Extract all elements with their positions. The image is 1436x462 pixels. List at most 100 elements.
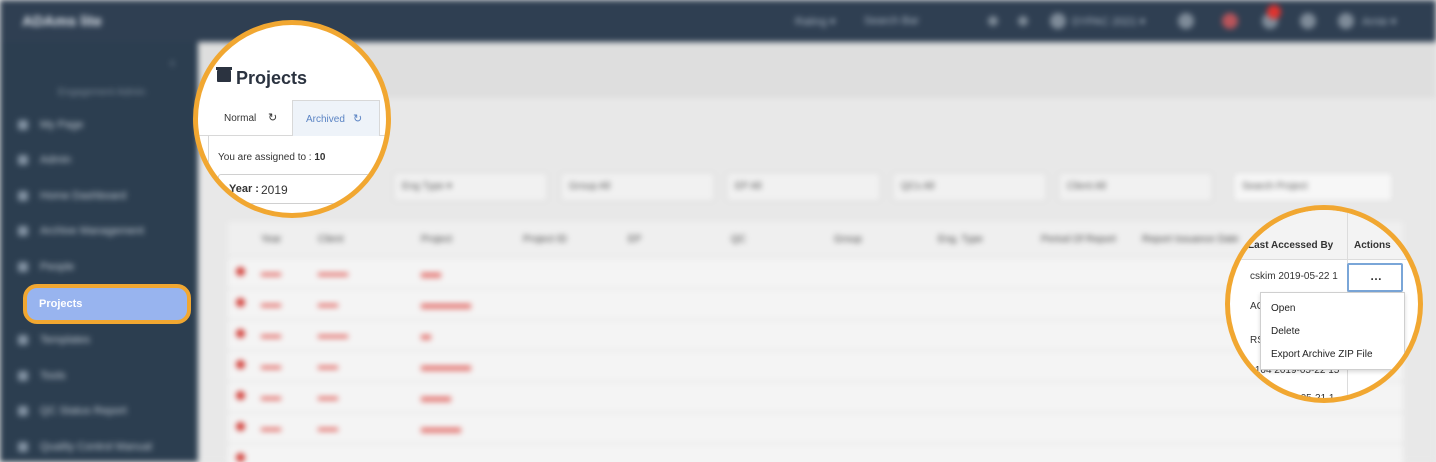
group-filter[interactable]: Group All — [560, 172, 715, 202]
settings-icon[interactable] — [1178, 13, 1194, 29]
sidebar-item-dashboard[interactable]: Home Dashboard — [0, 180, 198, 212]
tools-icon — [18, 371, 28, 381]
sidebar-item-archive-management[interactable]: Archive Management — [0, 215, 198, 247]
column-header[interactable]: Group — [834, 234, 862, 245]
topbar-search[interactable]: Search Bar — [864, 15, 919, 27]
remove-icon[interactable] — [236, 422, 245, 431]
dashboard-icon — [18, 191, 28, 201]
filter-label: Eng Type ▾ — [402, 181, 452, 192]
table-row[interactable] — [228, 444, 1403, 462]
sidebar-item-label: Quality Control Manual — [40, 441, 152, 453]
remove-icon[interactable] — [236, 453, 245, 462]
sidebar-item-qc-manual[interactable]: Quality Control Manual — [0, 431, 198, 462]
filter-label: Group All — [569, 181, 611, 192]
column-header[interactable]: Project ID — [523, 234, 567, 245]
filter-label: Client All — [1067, 181, 1106, 192]
blurred-cell: ▬▬ — [261, 392, 281, 403]
remove-icon[interactable] — [236, 329, 245, 338]
table-row[interactable]: ▬▬▬▬▬▬▬ — [228, 382, 1403, 413]
search-icon[interactable] — [1018, 16, 1028, 26]
archive-box-icon — [216, 67, 232, 82]
project-link[interactable]: ▬ — [421, 330, 431, 341]
user-menu[interactable]: Arnie ▾ — [1362, 15, 1396, 28]
eng-type-filter[interactable]: Eng Type ▾ — [393, 172, 548, 202]
user-avatar[interactable] — [1338, 13, 1354, 29]
table-row[interactable]: ▬▬ ▬▬ ▬▬▬▬ — [228, 413, 1403, 444]
org-selector[interactable]: DYPAC 2021 ▾ — [1072, 15, 1145, 28]
sidebar-item-label: Home Dashboard — [40, 190, 127, 202]
year-select[interactable]: Year : 2019 — [218, 174, 386, 204]
table-row[interactable]: ▬▬ ▬▬ ▬▬▬▬▬ — [228, 351, 1403, 382]
ep-filter[interactable]: EP All — [726, 172, 881, 202]
table-header-zoom: Last Accessed By Actions — [1230, 210, 1418, 260]
column-header[interactable]: Project — [421, 234, 452, 245]
menu-item-open[interactable]: Open — [1271, 303, 1295, 314]
remove-icon[interactable] — [236, 298, 245, 307]
tab-label: Normal — [224, 113, 257, 124]
remove-icon[interactable] — [236, 360, 245, 369]
client-filter[interactable]: Client All — [1058, 172, 1213, 202]
filter-label: EP All — [735, 181, 762, 192]
column-header[interactable]: Period Of Report — [1041, 234, 1116, 245]
sidebar-item-tools[interactable]: Tools — [0, 360, 198, 392]
sidebar-item-label: Archive Management — [40, 225, 144, 237]
brand-logo: ADAms lite — [22, 13, 103, 30]
more-icon: … — [1370, 269, 1382, 283]
refresh-icon[interactable]: ↻ — [268, 111, 277, 124]
top-navbar: ADAms lite Rating ▾ Search Bar DYPAC 202… — [0, 0, 1436, 42]
blurred-cell: ▬▬ — [318, 392, 338, 403]
blurred-cell: ▬▬ — [261, 299, 281, 310]
project-link[interactable]: ▬▬▬▬▬ — [421, 299, 471, 310]
report-icon — [18, 406, 28, 416]
column-header[interactable]: Report Issuance Date — [1142, 234, 1239, 245]
actions-button[interactable]: … — [1347, 263, 1403, 292]
sidebar-item-admin[interactable]: Admin — [0, 144, 198, 176]
assigned-label: You are assigned to : — [218, 152, 312, 163]
add-icon[interactable] — [988, 16, 998, 26]
year-value: 2019 — [261, 183, 288, 197]
project-link[interactable]: ▬▬ — [421, 268, 441, 279]
qc-filter[interactable]: QCs All — [892, 172, 1047, 202]
blurred-cell: ▬▬ — [318, 299, 338, 310]
column-header[interactable]: Client — [318, 234, 344, 245]
blurred-cell: ▬▬ — [261, 361, 281, 372]
project-link[interactable]: ▬▬▬▬ — [421, 423, 461, 434]
menu-item-delete[interactable]: Delete — [1271, 326, 1300, 337]
rating-menu[interactable]: Rating ▾ — [795, 15, 835, 28]
sidebar: ‹ Engagement Admin My Page Admin Home Da… — [0, 42, 198, 462]
column-header[interactable]: Eng. Type — [938, 234, 983, 245]
collapse-icon[interactable]: ‹ — [170, 54, 175, 70]
project-search-input[interactable]: Search Project — [1233, 172, 1393, 202]
sidebar-item-people[interactable]: People — [0, 251, 198, 283]
projects-table: Year Client Project Project ID EP QC Gro… — [228, 222, 1403, 462]
column-header[interactable]: Year — [261, 234, 281, 245]
help-icon[interactable] — [1300, 13, 1316, 29]
template-icon — [18, 335, 28, 345]
blurred-cell: ▬▬ — [261, 423, 281, 434]
project-link[interactable]: ▬▬▬▬▬ — [421, 361, 471, 372]
sidebar-item-label: Admin — [40, 154, 72, 166]
refresh-icon[interactable]: ↻ — [353, 112, 362, 125]
column-header[interactable]: QC — [731, 234, 746, 245]
sidebar-item-my-page[interactable]: My Page — [0, 109, 198, 141]
blurred-cell: ▬▬ — [261, 330, 281, 341]
tab-normal[interactable]: Normal ↻ — [208, 100, 293, 136]
menu-item-export-zip[interactable]: Export Archive ZIP File — [1271, 349, 1373, 360]
table-header: Year Client Project Project ID EP QC Gro… — [228, 222, 1403, 258]
project-link[interactable]: ▬▬▬ — [421, 392, 451, 403]
remove-icon[interactable] — [236, 391, 245, 400]
sidebar-item-projects[interactable]: Projects — [23, 284, 191, 324]
tab-archived[interactable]: Archived ↻ — [292, 100, 380, 136]
column-header[interactable]: EP — [628, 234, 641, 245]
blurred-cell: ▬▬ — [318, 361, 338, 372]
column-header-last-accessed[interactable]: Last Accessed By — [1248, 240, 1333, 251]
remove-icon[interactable] — [236, 267, 245, 276]
sidebar-item-templates[interactable]: Templates — [0, 324, 198, 356]
flag-icon[interactable] — [1222, 13, 1238, 29]
sidebar-item-qc-status-report[interactable]: QC Status Report — [0, 395, 198, 427]
tab-label: Archived — [306, 114, 345, 125]
blurred-cell: ▬▬ — [261, 268, 281, 279]
blurred-cell: ▬▬▬ — [318, 330, 348, 341]
blurred-cell: ▬▬ — [318, 423, 338, 434]
people-icon — [18, 262, 28, 272]
